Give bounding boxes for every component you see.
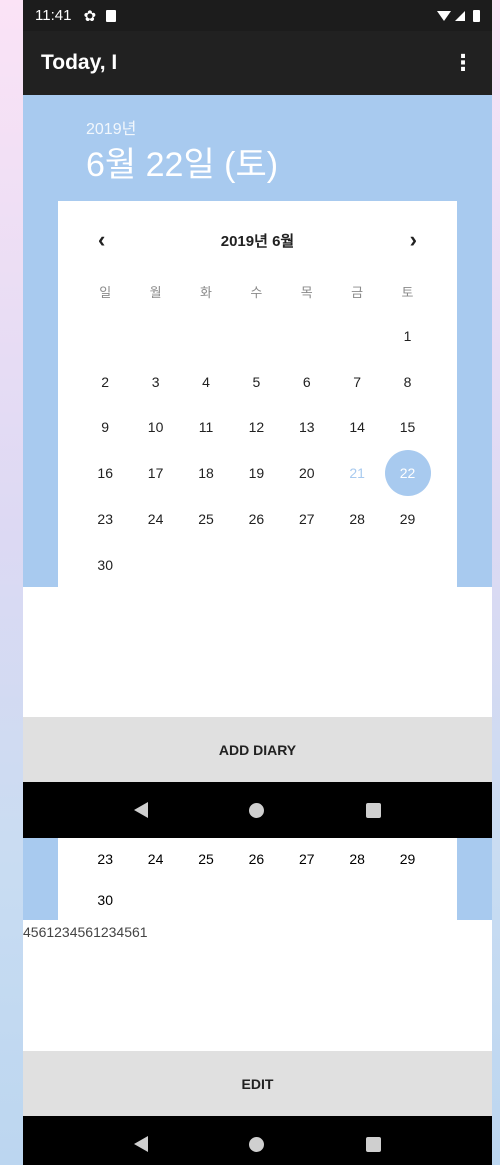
calendar-day[interactable]: 14 [332, 405, 382, 451]
calendar-day[interactable]: 13 [282, 405, 332, 451]
empty-cell [282, 313, 332, 359]
app-title: Today, I [41, 51, 118, 74]
nav-bar-2 [23, 1116, 492, 1165]
weekday-label: 금 [351, 284, 364, 300]
calendar-partial: 23 24 25 26 27 28 29 30 [23, 838, 492, 920]
calendar-day[interactable]: 10 [130, 405, 180, 451]
calendar-day[interactable]: 26 [231, 838, 281, 879]
calendar: ‹ 2019년 6월 › 일 월 화 수 목 금 토 1 2 3 4 5 6 7 8 9 10 11 12 13 14 1… [58, 201, 457, 588]
chevron-right-icon[interactable]: › [410, 227, 417, 253]
weekday-label: 토 [401, 284, 414, 300]
calendar-day[interactable]: 25 [181, 838, 231, 879]
calendar-day[interactable]: 26 [231, 496, 281, 542]
calendar-day[interactable]: 4 [181, 359, 231, 405]
more-vert-icon[interactable]: ⋮ [452, 50, 474, 76]
calendar-day[interactable]: 27 [282, 496, 332, 542]
weekday-label: 목 [300, 284, 313, 300]
selected-year[interactable]: 2019년 [86, 115, 136, 139]
empty-cell [80, 313, 130, 359]
nav-bar [23, 782, 492, 838]
back-icon[interactable] [133, 802, 148, 818]
weekday-label: 화 [199, 284, 212, 300]
calendar-day[interactable]: 15 [382, 405, 432, 451]
screen-main: 11:41 ✿ Today, I ⋮ 2019년 6월 22일 (토) ‹ 20… [23, 0, 492, 838]
calendar-day[interactable]: 28 [332, 838, 382, 879]
month-label: 2019년 6월 [220, 232, 295, 250]
calendar-day[interactable]: 23 [80, 496, 130, 542]
calendar-day[interactable]: 27 [282, 838, 332, 879]
add-diary-button[interactable]: ADD DIARY [23, 717, 492, 782]
calendar-day[interactable]: 17 [130, 450, 180, 496]
weekday-label: 월 [149, 284, 162, 300]
calendar-day[interactable]: 23 [80, 838, 130, 879]
calendar-day[interactable]: 25 [181, 496, 231, 542]
calendar-day[interactable]: 12 [231, 405, 281, 451]
gear-icon: ✿ [83, 7, 97, 25]
empty-cell [181, 313, 231, 359]
calendar-day[interactable]: 19 [231, 450, 281, 496]
diary-text[interactable]: 4561234561234561 [23, 920, 492, 1051]
calendar-day[interactable]: 16 [80, 450, 130, 496]
weekday-label: 일 [99, 284, 112, 300]
app-bar: Today, I ⋮ [23, 31, 492, 95]
calendar-day[interactable]: 21 [332, 450, 382, 496]
calendar-day[interactable]: 29 [382, 496, 432, 542]
calendar-day[interactable]: 22 [382, 450, 432, 496]
battery-icon [473, 9, 480, 22]
signal-icon [455, 10, 465, 21]
empty-cell [130, 313, 180, 359]
calendar-grid-partial: 23 24 25 26 27 28 29 30 [58, 838, 457, 920]
calendar-day[interactable]: 1 [382, 313, 432, 359]
status-time: 11:41 [35, 7, 72, 24]
chevron-left-icon[interactable]: ‹ [98, 227, 105, 253]
calendar-day[interactable]: 30 [80, 879, 130, 920]
calendar-day[interactable]: 2 [80, 359, 130, 405]
empty-cell [332, 313, 382, 359]
calendar-day[interactable]: 18 [181, 450, 231, 496]
recent-apps-icon[interactable] [366, 802, 382, 818]
date-header: 2019년 6월 22일 (토) ‹ 2019년 6월 › 일월화수목금토123… [23, 95, 492, 588]
edit-button[interactable]: EDIT [23, 1051, 492, 1116]
wifi-icon [437, 10, 451, 21]
back-icon[interactable] [133, 1136, 148, 1152]
status-bar: 11:41 ✿ [23, 0, 492, 31]
calendar-day[interactable]: 24 [130, 838, 180, 879]
calendar-day[interactable]: 28 [332, 496, 382, 542]
calendar-day[interactable]: 20 [282, 450, 332, 496]
selected-date[interactable]: 6월 22일 (토) [86, 137, 278, 186]
calendar-grid: 일 월 화 수 목 금 토 1 2 3 4 5 6 7 8 9 10 11 12 13 14 15 16 17 18 19 20 21… [58, 279, 457, 588]
calendar-day[interactable]: 24 [130, 496, 180, 542]
home-icon[interactable] [249, 802, 265, 818]
calendar-day[interactable]: 3 [130, 359, 180, 405]
calendar-day[interactable]: 29 [382, 838, 432, 879]
empty-cell [231, 313, 281, 359]
calendar-day[interactable]: 6 [282, 359, 332, 405]
calendar-day[interactable]: 8 [382, 359, 432, 405]
calendar-day[interactable]: 5 [231, 359, 281, 405]
home-icon[interactable] [249, 1136, 265, 1152]
calendar-day[interactable]: 7 [332, 359, 382, 405]
screen-edit: 23 24 25 26 27 28 29 30 4561234561234561 EDIT [23, 838, 492, 1165]
calendar-day[interactable]: 11 [181, 405, 231, 451]
calendar-day[interactable]: 9 [80, 405, 130, 451]
recent-apps-icon[interactable] [366, 1136, 382, 1152]
sd-card-icon [106, 9, 117, 22]
weekday-label: 수 [250, 284, 263, 300]
calendar-day[interactable]: 30 [80, 542, 130, 588]
